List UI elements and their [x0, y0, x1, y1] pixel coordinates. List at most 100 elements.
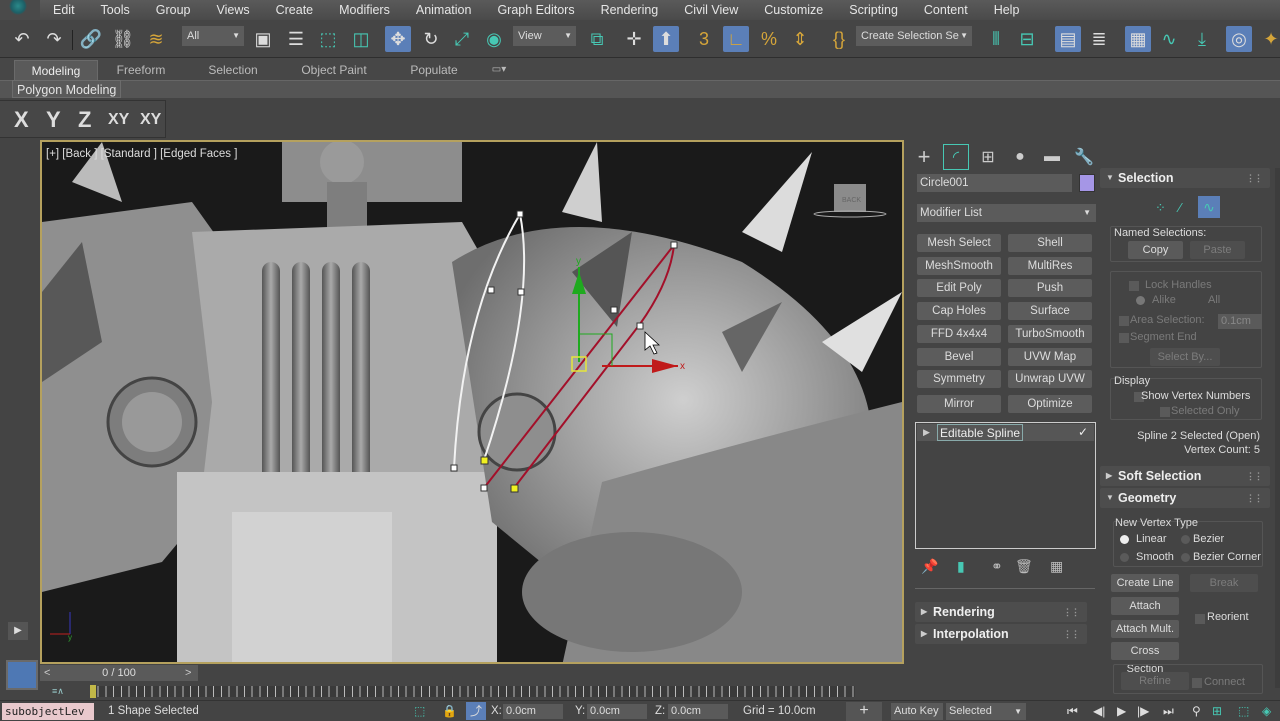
segment-subobject-icon[interactable]: ⁄ [1179, 200, 1181, 215]
drag-grip-icon[interactable]: ⋮⋮ [1063, 602, 1080, 622]
polygon-modeling-panel[interactable]: Polygon Modeling [12, 80, 122, 98]
modifier-edit-poly-button[interactable]: Edit Poly [917, 279, 1001, 297]
next-frame-button[interactable]: > [185, 665, 191, 681]
menu-civil-view[interactable]: Civil View [671, 0, 751, 20]
motion-icon[interactable]: ● [1007, 144, 1033, 170]
menu-graph-editors[interactable]: Graph Editors [484, 0, 587, 20]
alike-radio[interactable] [1136, 296, 1145, 305]
rect-selection-region-icon[interactable]: ⬚ [315, 26, 341, 52]
modifier-mesh-select-button[interactable]: Mesh Select [917, 234, 1001, 252]
zoom-extents-icon[interactable]: ⬚ [1238, 702, 1249, 720]
break-button[interactable]: Break [1190, 574, 1258, 592]
edit-named-selection-icon[interactable]: {} [826, 26, 852, 52]
menu-views[interactable]: Views [203, 0, 262, 20]
zoom-icon[interactable]: ⚲ [1192, 702, 1201, 720]
axis-y-button[interactable]: Y [46, 107, 61, 133]
y-coordinate-field[interactable]: 0.0cm [587, 704, 647, 719]
menu-edit[interactable]: Edit [40, 0, 88, 20]
modifier-turbosmooth-button[interactable]: TurboSmooth [1008, 325, 1092, 343]
time-slider-handle[interactable] [90, 685, 96, 698]
render-setup-icon[interactable]: ✦ [1258, 26, 1280, 52]
select-place-icon[interactable]: ◉ [481, 26, 507, 52]
menu-customize[interactable]: Customize [751, 0, 836, 20]
zoom-all-icon[interactable]: ⊞ [1212, 702, 1222, 720]
copy-button[interactable]: Copy [1128, 241, 1183, 259]
menu-create[interactable]: Create [263, 0, 327, 20]
z-coordinate-field[interactable]: 0.0cm [668, 704, 728, 719]
lock-handles-checkbox[interactable] [1129, 281, 1139, 291]
show-end-result-icon[interactable]: ✓ [1078, 424, 1088, 441]
tab-modeling[interactable]: Modeling [14, 60, 98, 80]
cross-section-button[interactable]: Cross Section [1111, 642, 1179, 675]
key-filter-dropdown[interactable]: Selected ▼ [946, 703, 1026, 720]
menu-group[interactable]: Group [143, 0, 204, 20]
utilities-icon[interactable]: 🔧 [1071, 144, 1097, 170]
modifier-list-dropdown[interactable]: Modifier List ▼ [917, 204, 1096, 222]
pivot-center-icon[interactable]: ⧉ [584, 26, 610, 52]
create-line-button[interactable]: Create Line [1111, 574, 1179, 592]
display-icon[interactable]: ▬ [1039, 144, 1065, 170]
isolate-selection-icon[interactable]: ⬚ [414, 702, 425, 720]
menu-modifiers[interactable]: Modifiers [326, 0, 403, 20]
select-object-icon[interactable]: ▣ [250, 26, 276, 52]
configure-modifier-sets-icon[interactable]: ▦ [1050, 558, 1063, 575]
menu-rendering[interactable]: Rendering [588, 0, 672, 20]
add-time-tag-icon[interactable]: + [846, 702, 882, 721]
modifier-uvw-map-button[interactable]: UVW Map [1008, 348, 1092, 366]
bind-space-warp-icon[interactable]: ≋ [143, 26, 169, 52]
app-logo-icon[interactable] [0, 0, 40, 20]
auto-key-button[interactable]: Auto Key [891, 703, 943, 720]
maxscript-listener-input[interactable]: subobjectLev [2, 703, 94, 720]
zoom-extents-all-icon[interactable]: ◈ [1262, 702, 1271, 720]
refine-button[interactable]: Refine [1121, 672, 1189, 690]
modifier-mirror-button[interactable]: Mirror [917, 395, 1001, 413]
create-icon[interactable]: + [911, 144, 937, 170]
drag-grip-icon[interactable]: ⋮⋮ [1063, 624, 1080, 644]
mini-listener-toggle[interactable] [6, 660, 38, 690]
modify-icon[interactable]: ◜ [943, 144, 969, 170]
x-coordinate-field[interactable]: 0.0cm [503, 704, 563, 719]
selection-filter-dropdown[interactable]: All ▼ [182, 26, 244, 46]
axis-xy-button[interactable]: XY [108, 111, 129, 129]
spinner-snap-icon[interactable]: ⇕ [787, 26, 813, 52]
rollout-selection[interactable]: ▼ Selection ⋮⋮ [1100, 168, 1270, 188]
tab-selection[interactable]: Selection [196, 60, 270, 80]
menu-animation[interactable]: Animation [403, 0, 485, 20]
rollout-rendering[interactable]: ▶ Rendering ⋮⋮ [915, 602, 1087, 622]
object-color-swatch[interactable] [1079, 174, 1095, 192]
paste-button[interactable]: Paste [1190, 241, 1245, 259]
keyboard-shortcut-override-icon[interactable]: ⬆ [653, 26, 679, 52]
modifier-stack[interactable]: ▶ Editable Spline ✓ [915, 422, 1096, 549]
attach-button[interactable]: Attach [1111, 597, 1179, 615]
absolute-relative-mode-icon[interactable]: ⤴ [466, 702, 486, 720]
expand-viewport-layout-icon[interactable]: ▶ [8, 622, 28, 640]
modifier-optimize-button[interactable]: Optimize [1008, 395, 1092, 413]
drag-grip-icon[interactable]: ⋮⋮ [1246, 466, 1263, 486]
rollout-geometry[interactable]: ▼ Geometry ⋮⋮ [1100, 488, 1270, 508]
angle-snap-icon[interactable]: ∟ [723, 26, 749, 52]
viewport-label[interactable]: [+] [Back ] [Standard ] [Edged Faces ] [46, 148, 237, 160]
undo-icon[interactable]: ↶ [9, 26, 35, 52]
modifier-cap-holes-button[interactable]: Cap Holes [917, 302, 1001, 320]
linear-radio[interactable] [1120, 535, 1129, 544]
tab-object-paint[interactable]: Object Paint [290, 60, 378, 80]
reorient-checkbox[interactable] [1195, 614, 1205, 624]
go-to-end-icon[interactable]: ⏭ [1163, 702, 1174, 720]
play-icon[interactable]: ▶ [1117, 702, 1126, 720]
select-move-icon[interactable]: ✥ [385, 26, 411, 52]
snaps-toggle-icon[interactable]: 3 [691, 26, 717, 52]
modifier-meshsmooth-button[interactable]: MeshSmooth [917, 257, 1001, 275]
axis-x-button[interactable]: X [14, 107, 29, 133]
modifier-symmetry-button[interactable]: Symmetry [917, 370, 1001, 388]
percent-snap-icon[interactable]: % [756, 26, 782, 52]
track-bar[interactable] [90, 686, 855, 697]
modifier-shell-button[interactable]: Shell [1008, 234, 1092, 252]
axis-z-button[interactable]: Z [78, 107, 91, 133]
modifier-ffd-button[interactable]: FFD 4x4x4 [917, 325, 1001, 343]
make-unique-icon[interactable]: ⚭ [991, 558, 1003, 575]
named-selection-dropdown[interactable]: Create Selection Se ▼ [856, 26, 972, 46]
go-to-start-icon[interactable]: ⏮ [1067, 702, 1078, 720]
modifier-bevel-button[interactable]: Bevel [917, 348, 1001, 366]
curve-editor-mini-icon[interactable]: ≡∧ [52, 686, 64, 697]
attach-mult-button[interactable]: Attach Mult. [1111, 620, 1179, 638]
